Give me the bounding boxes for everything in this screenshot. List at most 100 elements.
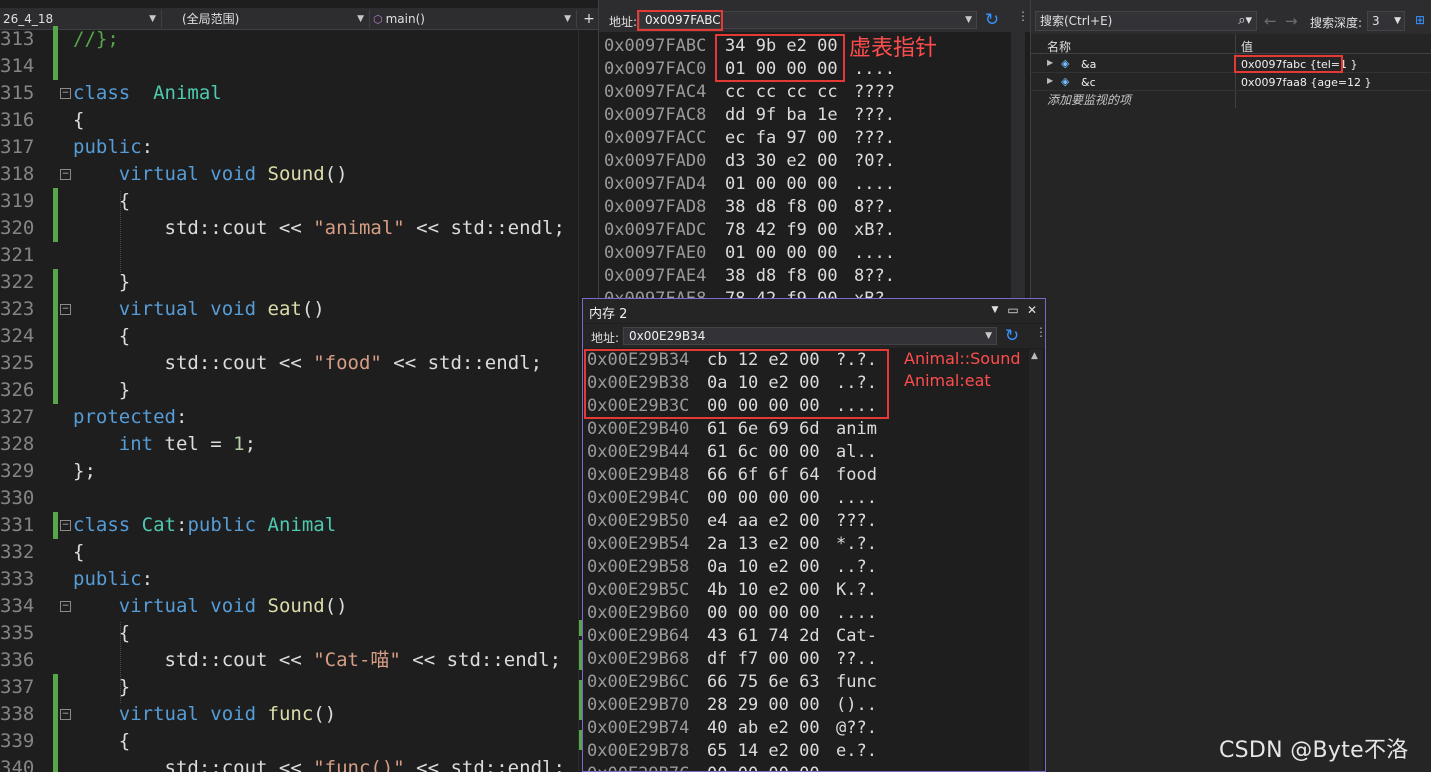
line-number: 315	[0, 82, 35, 104]
memory-bytes: 01 00 00 00	[725, 174, 838, 194]
add-watch-item[interactable]: 添加要监视的项	[1047, 91, 1131, 108]
collapse-toggle-icon[interactable]: −	[60, 88, 71, 99]
code-line[interactable]: public:	[73, 566, 153, 593]
code-token: << std::endl;	[400, 649, 562, 671]
close-icon[interactable]: ✕	[1024, 302, 1040, 318]
code-line[interactable]: {	[73, 539, 84, 566]
collapse-toggle-icon[interactable]: −	[60, 520, 71, 531]
code-line[interactable]: virtual void Sound()	[73, 161, 348, 188]
scope-dropdown[interactable]: (全局范围) ▼	[162, 10, 370, 28]
code-line[interactable]: virtual void Sound()	[73, 593, 348, 620]
vtable-highlight-box	[584, 349, 889, 419]
code-line[interactable]: };	[73, 458, 96, 485]
memory-chars: ....	[836, 603, 877, 623]
code-line[interactable]: class Animal	[73, 80, 222, 107]
expand-arrow-icon[interactable]: ▶	[1047, 76, 1053, 85]
watch-row[interactable]: ▶ ◈ &c 0x0097faa8 {age=12 }	[1031, 74, 1431, 91]
code-token: :	[175, 406, 188, 428]
maximize-icon[interactable]: ▭	[1005, 302, 1021, 318]
line-number: 333	[0, 568, 35, 590]
memory-2-address-value: 0x00E29B34	[629, 329, 706, 343]
search-depth-dropdown[interactable]: 3 ▼	[1367, 11, 1405, 31]
code-token: Cat	[141, 514, 176, 536]
code-token: "animal"	[313, 217, 405, 239]
memory-address: 0x00E29B6C	[587, 672, 690, 692]
line-number: 337	[0, 676, 35, 698]
code-token: 1	[233, 433, 245, 455]
code-editor[interactable]: 26_4_18 ▼ (全局范围) ▼ ⬡ main() ▼ + 313 //}; 31…	[0, 0, 598, 772]
memory-bytes: 61 6c 00 00	[707, 442, 820, 462]
search-back-icon[interactable]: ←	[1264, 12, 1277, 30]
code-line[interactable]: std::cout << "animal" << std::endl;	[73, 215, 565, 242]
code-line[interactable]: }	[73, 269, 130, 296]
code-line[interactable]: {	[73, 728, 130, 755]
code-token: Sound	[267, 163, 325, 185]
code-line[interactable]: }	[73, 674, 130, 701]
column-name-header[interactable]: 名称	[1047, 38, 1071, 55]
code-token: ;	[244, 433, 257, 455]
memory-2-scrollbar[interactable]: ▲	[1029, 349, 1043, 771]
code-line[interactable]: std::cout << "Cat-喵" << std::endl;	[73, 647, 562, 674]
watch-row[interactable]: ▶ ◈ &a 0x0097fabc {tel=1 }	[1031, 56, 1431, 73]
code-line[interactable]: }	[73, 377, 130, 404]
chevron-down-icon: ▼	[149, 14, 156, 24]
line-number: 330	[0, 487, 35, 509]
address-label: 地址:	[591, 331, 620, 345]
dropdown-arrow-icon[interactable]: ▼	[987, 302, 1003, 318]
code-line[interactable]: virtual void eat()	[73, 296, 325, 323]
code-line[interactable]: {	[73, 323, 130, 350]
memory-address: 0x0097FAC4	[604, 82, 707, 102]
code-line[interactable]: virtual void func()	[73, 701, 336, 728]
collapse-toggle-icon[interactable]: −	[60, 601, 71, 612]
column-value-header[interactable]: 值	[1241, 38, 1253, 55]
memory-1-scrollbar[interactable]	[1011, 32, 1025, 310]
code-line[interactable]: public:	[73, 134, 153, 161]
change-marker	[53, 323, 58, 350]
split-add-button[interactable]: +	[580, 10, 598, 28]
scroll-up-icon[interactable]: ▲	[1031, 351, 1038, 361]
code-line[interactable]: std::cout << "func()" << std::endl;	[73, 755, 565, 772]
code-token: {	[73, 190, 131, 212]
change-marker	[53, 188, 58, 215]
code-line[interactable]: {	[73, 107, 84, 134]
refresh-icon[interactable]: ↻	[1003, 326, 1021, 346]
code-line[interactable]: int tel = 1;	[73, 431, 256, 458]
code-line[interactable]: protected:	[73, 404, 187, 431]
code-area[interactable]: 313//}; 314 315− class Animal 316{317 public:…	[0, 26, 598, 772]
memory-bytes: 66 75 6e 63	[707, 672, 820, 692]
code-line[interactable]: std::cout << "food" << std::endl;	[73, 350, 543, 377]
function-dropdown-label: main()	[385, 12, 425, 26]
collapse-toggle-icon[interactable]: −	[60, 709, 71, 720]
line-number: 334	[0, 595, 35, 617]
refresh-icon[interactable]: ↻	[983, 10, 1001, 30]
more-options-icon[interactable]: ⋮	[1035, 325, 1045, 339]
memory-window-2-titlebar[interactable]: 内存 2 ▼ ▭ ✕	[583, 299, 1045, 323]
more-options-icon[interactable]: ⋮	[1017, 9, 1029, 23]
watch-search-input[interactable]: 搜索(Ctrl+E) ⌕▾	[1035, 11, 1257, 31]
memory-2-address-input[interactable]: 0x00E29B34 ▼	[623, 327, 997, 345]
view-options-icon[interactable]: ⊞	[1415, 13, 1425, 27]
memory-chars: xB?.	[854, 220, 895, 240]
code-line[interactable]: {	[73, 188, 130, 215]
search-forward-icon[interactable]: →	[1285, 12, 1298, 30]
collapse-toggle-icon[interactable]: −	[60, 169, 71, 180]
watch-column-header: 名称 值	[1031, 34, 1431, 54]
code-token: {	[73, 541, 85, 563]
expand-arrow-icon[interactable]: ▶	[1047, 58, 1053, 67]
function-dropdown[interactable]: ⬡ main() ▼	[370, 10, 577, 28]
memory-bytes: 00 00 00 00	[707, 763, 820, 771]
code-line[interactable]: {	[73, 620, 130, 647]
collapse-toggle-icon[interactable]: −	[60, 304, 71, 315]
memory-bytes: 66 6f 6f 64	[707, 465, 820, 485]
address-highlight-box	[637, 10, 723, 31]
memory-chars: @??.	[836, 718, 877, 738]
code-line[interactable]: //};	[73, 26, 119, 53]
line-number: 327	[0, 406, 35, 428]
code-token: class	[73, 82, 131, 104]
indent-guide	[120, 622, 121, 703]
code-line[interactable]: class Cat:public Animal	[73, 512, 336, 539]
memory-bytes: 01 00 00 00	[725, 243, 838, 263]
